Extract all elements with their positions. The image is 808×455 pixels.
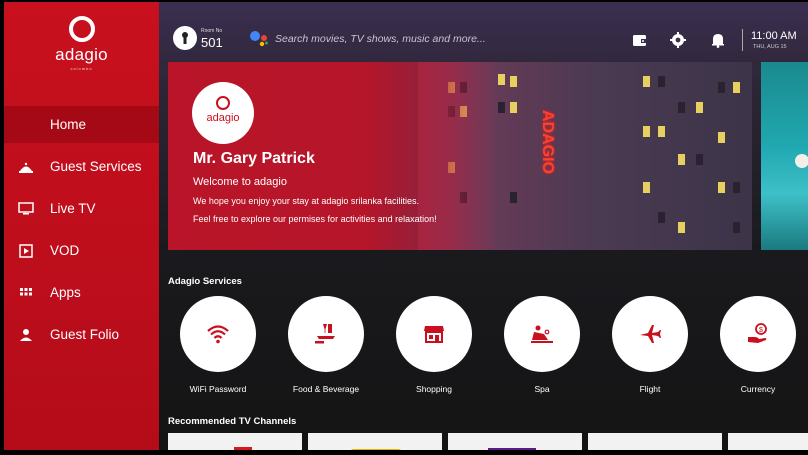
room-label: Room No [201, 28, 223, 34]
sidebar-item-label: VOD [50, 243, 80, 258]
service-label: Spa [534, 384, 550, 394]
flower-image [795, 154, 808, 168]
room-service-icon [19, 162, 33, 173]
google-assistant-icon[interactable] [249, 30, 269, 48]
channel-card[interactable] [588, 433, 722, 450]
bell-icon[interactable] [710, 32, 726, 48]
services-row: WiFi Password Food & Beverage Shopping S… [168, 296, 808, 400]
wifi-icon [207, 325, 229, 344]
currency-icon: $ [748, 323, 767, 343]
channel-card[interactable] [308, 433, 442, 450]
clock-time: 11:00 AM [751, 30, 797, 42]
spa-icon [531, 325, 553, 343]
hero-logo: adagio [192, 82, 254, 144]
sidebar-item-guest-services[interactable]: Guest Services [4, 148, 159, 185]
wallet-icon[interactable] [632, 32, 648, 48]
grid-icon [20, 288, 32, 296]
channel-card[interactable] [448, 433, 582, 450]
sidebar-item-guest-folio[interactable]: Guest Folio [4, 316, 159, 353]
sidebar-item-live-tv[interactable]: Live TV [4, 190, 159, 227]
topbar-divider [742, 29, 743, 51]
sidebar-item-vod[interactable]: VOD [4, 232, 159, 269]
food-beverage-icon [315, 324, 335, 344]
shop-icon [424, 326, 444, 343]
welcome-text: Welcome to adagio [193, 176, 287, 188]
neon-sign: ADAGIO [539, 110, 556, 174]
logo-tagline: colombo [70, 66, 93, 71]
channel-card[interactable] [728, 433, 808, 450]
sidebar: adagio colombo Home Guest Services Live … [4, 2, 159, 450]
logo-ring-icon [216, 96, 230, 110]
airplane-icon [640, 325, 661, 343]
sidebar-item-label: Live TV [50, 201, 96, 216]
sidebar-item-home[interactable]: Home [4, 106, 159, 143]
service-shopping[interactable]: Shopping [384, 296, 484, 394]
svg-text:$: $ [759, 327, 763, 334]
gear-icon[interactable] [670, 32, 686, 48]
service-food-beverage[interactable]: Food & Beverage [276, 296, 376, 394]
sidebar-item-apps[interactable]: Apps [4, 274, 159, 311]
sidebar-item-label: Guest Folio [50, 327, 120, 342]
channel-card[interactable] [168, 433, 302, 450]
sidebar-nav: Home Guest Services Live TV VOD Apps Gue… [4, 106, 159, 358]
sidebar-item-label: Guest Services [50, 159, 142, 174]
channels-title: Recommended TV Channels [168, 416, 297, 427]
logo-ring-icon [68, 16, 95, 42]
search-input[interactable]: Search movies, TV shows, music and more.… [275, 33, 486, 45]
brand-logo: adagio colombo [4, 16, 159, 71]
service-label: WiFi Password [189, 384, 247, 394]
hero-message-line-1: We hope you enjoy your stay at adagio sr… [193, 196, 419, 206]
keyhole-icon [182, 32, 188, 44]
play-icon [19, 244, 33, 258]
service-label: Currency [740, 384, 776, 394]
main-content: Room No 501 Search movies, TV shows, mus… [159, 2, 808, 450]
tv-screen: adagio colombo Home Guest Services Live … [0, 0, 808, 455]
clock-date: THU, AUG 15 [753, 44, 787, 50]
screen-bezel-bottom [0, 450, 808, 455]
logo-text: adagio [55, 45, 108, 64]
service-label: Flight [639, 384, 661, 394]
hero-logo-text: adagio [206, 112, 240, 124]
service-flight[interactable]: Flight [600, 296, 700, 394]
next-banner-preview[interactable] [761, 62, 808, 250]
room-badge [173, 26, 197, 50]
room-number: 501 [201, 35, 223, 50]
hero-message-line-2: Feel free to explore our permises for ac… [193, 214, 437, 224]
guest-name: Mr. Gary Patrick [193, 150, 315, 167]
sidebar-item-label: Apps [50, 285, 81, 300]
tv-icon [18, 202, 34, 215]
person-icon [20, 329, 32, 341]
hero-banner[interactable]: ADAGIO adagio Mr. Gary Patrick Welcome t… [168, 62, 752, 250]
channels-row [168, 433, 808, 450]
services-title: Adagio Services [168, 276, 242, 287]
service-wifi-password[interactable]: WiFi Password [168, 296, 268, 394]
service-spa[interactable]: Spa [492, 296, 592, 394]
service-label: Food & Beverage [292, 384, 360, 394]
service-label: Shopping [416, 384, 452, 394]
sidebar-item-label: Home [50, 117, 87, 132]
service-currency[interactable]: $ Currency [708, 296, 808, 394]
